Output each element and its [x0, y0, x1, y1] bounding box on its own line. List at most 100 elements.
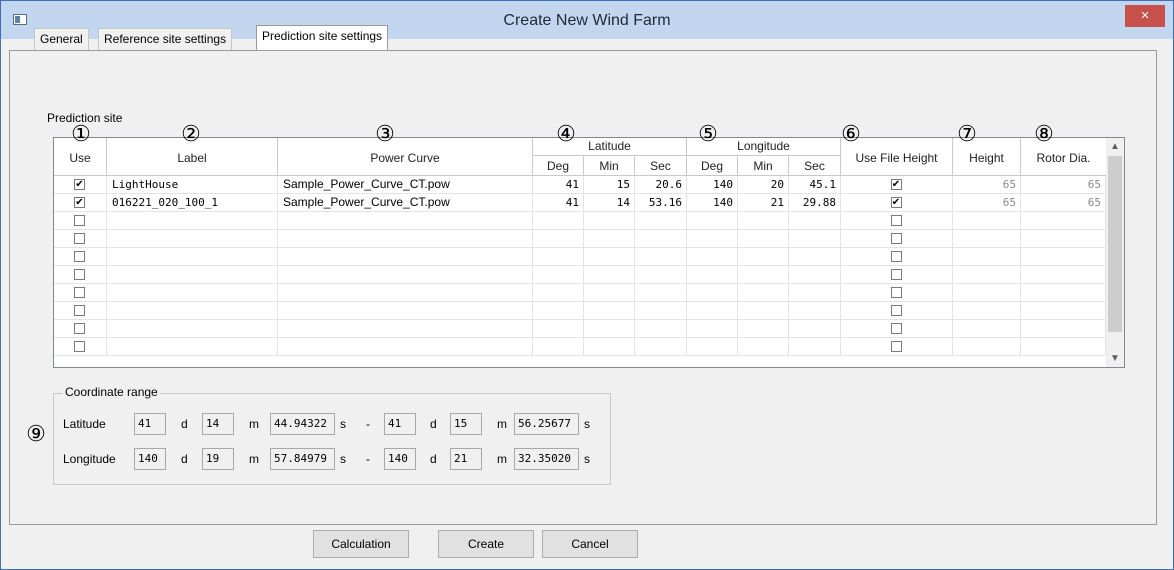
create-button[interactable]: Create	[438, 530, 534, 558]
table-row[interactable]	[54, 338, 1106, 356]
grid-vertical-scrollbar[interactable]: ▲ ▼	[1106, 137, 1125, 368]
label-cell[interactable]	[107, 302, 278, 320]
power-curve-cell[interactable]	[278, 302, 533, 320]
height-cell[interactable]	[953, 320, 1021, 338]
use-file-height-checkbox[interactable]	[890, 269, 902, 280]
header-lat-deg[interactable]: Deg	[533, 156, 584, 176]
use-file-height-checkbox[interactable]	[890, 341, 902, 352]
label-cell[interactable]: 016221_020_100_1	[107, 194, 278, 212]
use-file-height-checkbox[interactable]	[890, 323, 902, 334]
lat-to-deg-field[interactable]: 41	[384, 413, 416, 435]
lat-sec-cell[interactable]	[635, 212, 687, 230]
power-curve-cell[interactable]	[278, 284, 533, 302]
use-cell[interactable]	[54, 320, 107, 338]
lat-sec-cell[interactable]	[635, 248, 687, 266]
header-lat-sec[interactable]: Sec	[635, 156, 687, 176]
lat-from-sec-field[interactable]: 44.94322	[270, 413, 335, 435]
scroll-down-icon[interactable]: ▼	[1106, 353, 1124, 364]
tab-general[interactable]: General	[34, 28, 89, 50]
header-power-curve[interactable]: Power Curve	[278, 138, 533, 176]
lon-min-cell[interactable]: 21	[738, 194, 789, 212]
rotor-dia-cell[interactable]	[1021, 266, 1106, 284]
use-cell[interactable]: ✔	[54, 176, 107, 194]
use-file-height-checkbox[interactable]	[890, 305, 902, 316]
label-cell[interactable]: LightHouse	[107, 176, 278, 194]
lat-deg-cell[interactable]	[533, 212, 584, 230]
lon-sec-cell[interactable]	[789, 230, 841, 248]
power-curve-cell[interactable]	[278, 248, 533, 266]
rotor-dia-cell[interactable]	[1021, 248, 1106, 266]
lat-from-min-field[interactable]: 14	[202, 413, 234, 435]
use-cell[interactable]	[54, 338, 107, 356]
power-curve-cell[interactable]	[278, 230, 533, 248]
use-cell[interactable]: ✔	[54, 194, 107, 212]
lon-min-cell[interactable]	[738, 248, 789, 266]
use-file-height-cell[interactable]: ✔	[841, 176, 953, 194]
lat-min-cell[interactable]: 14	[584, 194, 635, 212]
use-cell[interactable]	[54, 230, 107, 248]
lat-min-cell[interactable]	[584, 230, 635, 248]
lon-sec-cell[interactable]	[789, 338, 841, 356]
lat-min-cell[interactable]	[584, 320, 635, 338]
tab-prediction-site-settings[interactable]: Prediction site settings	[256, 25, 389, 50]
lat-deg-cell[interactable]	[533, 266, 584, 284]
lat-min-cell[interactable]	[584, 266, 635, 284]
power-curve-cell[interactable]: Sample_Power_Curve_CT.pow	[278, 194, 533, 212]
scrollbar-thumb[interactable]	[1108, 156, 1122, 332]
height-cell[interactable]	[953, 212, 1021, 230]
table-row[interactable]	[54, 230, 1106, 248]
lon-to-sec-field[interactable]: 32.35020	[514, 448, 579, 470]
table-row[interactable]	[54, 248, 1106, 266]
lon-sec-cell[interactable]: 45.1	[789, 176, 841, 194]
lat-min-cell[interactable]	[584, 284, 635, 302]
header-lon-min[interactable]: Min	[738, 156, 789, 176]
lon-min-cell[interactable]	[738, 266, 789, 284]
table-row[interactable]	[54, 266, 1106, 284]
use-checkbox[interactable]	[74, 305, 85, 316]
lon-min-cell[interactable]	[738, 212, 789, 230]
rotor-dia-cell[interactable]	[1021, 338, 1106, 356]
header-lon-deg[interactable]: Deg	[687, 156, 738, 176]
lat-min-cell[interactable]	[584, 338, 635, 356]
lat-min-cell[interactable]: 15	[584, 176, 635, 194]
lon-sec-cell[interactable]	[789, 266, 841, 284]
label-cell[interactable]	[107, 284, 278, 302]
lon-min-cell[interactable]	[738, 320, 789, 338]
use-cell[interactable]	[54, 266, 107, 284]
use-file-height-checkbox[interactable]	[890, 287, 902, 298]
lon-sec-cell[interactable]	[789, 320, 841, 338]
power-curve-cell[interactable]	[278, 266, 533, 284]
height-cell[interactable]	[953, 248, 1021, 266]
table-row[interactable]	[54, 284, 1106, 302]
lat-min-cell[interactable]	[584, 248, 635, 266]
use-file-height-checkbox[interactable]	[890, 251, 902, 262]
lat-min-cell[interactable]	[584, 212, 635, 230]
use-file-height-cell[interactable]	[841, 212, 953, 230]
lat-to-sec-field[interactable]: 56.25677	[514, 413, 579, 435]
lon-min-cell[interactable]	[738, 230, 789, 248]
label-cell[interactable]	[107, 248, 278, 266]
use-checkbox[interactable]	[74, 323, 85, 334]
rotor-dia-cell[interactable]	[1021, 230, 1106, 248]
height-cell[interactable]: 65	[953, 176, 1021, 194]
power-curve-cell[interactable]	[278, 212, 533, 230]
lon-min-cell[interactable]: 20	[738, 176, 789, 194]
use-cell[interactable]	[54, 248, 107, 266]
label-cell[interactable]	[107, 212, 278, 230]
rotor-dia-cell[interactable]	[1021, 284, 1106, 302]
lon-sec-cell[interactable]	[789, 212, 841, 230]
lat-sec-cell[interactable]	[635, 320, 687, 338]
rotor-dia-cell[interactable]: 65	[1021, 176, 1106, 194]
use-file-height-checkbox[interactable]	[890, 215, 902, 226]
lat-sec-cell[interactable]	[635, 230, 687, 248]
use-cell[interactable]	[54, 284, 107, 302]
use-file-height-cell[interactable]	[841, 266, 953, 284]
lat-sec-cell[interactable]: 53.16	[635, 194, 687, 212]
lon-deg-cell[interactable]	[687, 338, 738, 356]
scroll-up-icon[interactable]: ▲	[1106, 141, 1124, 152]
label-cell[interactable]	[107, 338, 278, 356]
rotor-dia-cell[interactable]: 65	[1021, 194, 1106, 212]
lon-sec-cell[interactable]	[789, 248, 841, 266]
lon-deg-cell[interactable]	[687, 230, 738, 248]
table-row[interactable]	[54, 212, 1106, 230]
